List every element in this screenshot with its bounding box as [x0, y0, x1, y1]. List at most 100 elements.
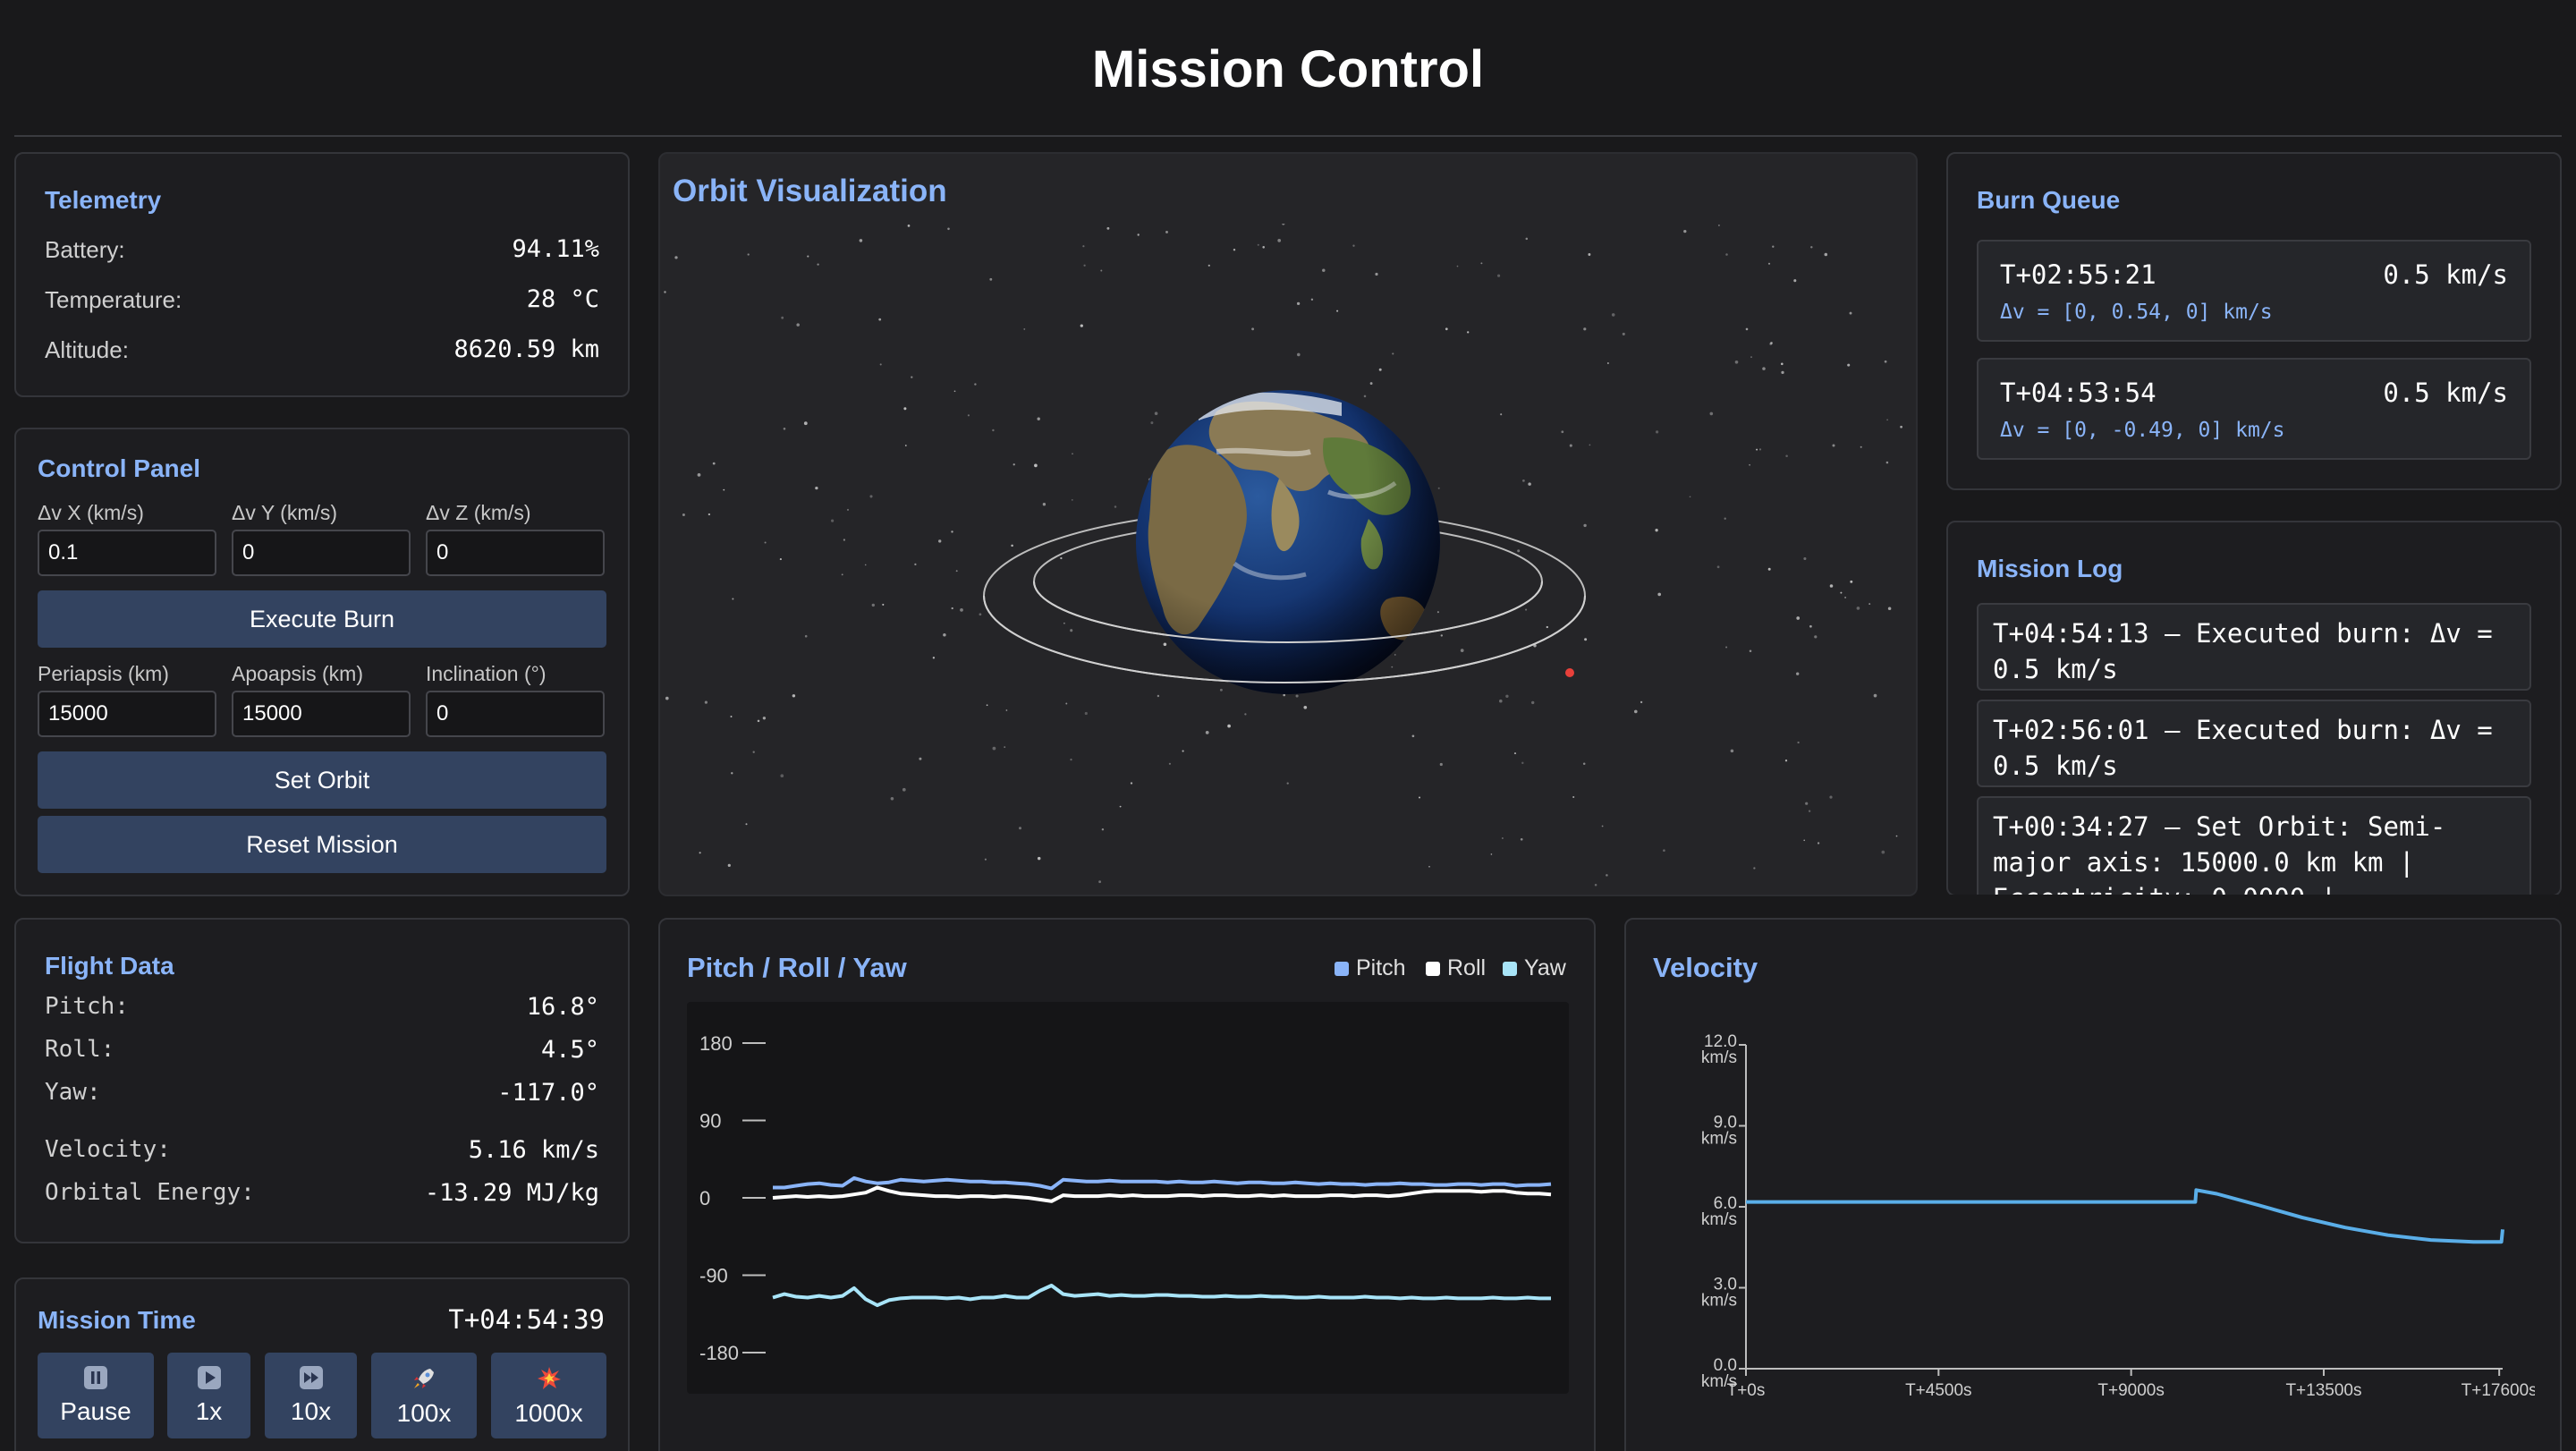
- yaw-value: -117.0°: [497, 1079, 599, 1107]
- star: [992, 429, 995, 432]
- star: [903, 407, 907, 411]
- legend-yaw-label: Yaw: [1524, 955, 1566, 980]
- burn-queue-item[interactable]: T+02:55:21 0.5 km/s Δv = [0, 0.54, 0] km…: [1977, 240, 2531, 342]
- star: [947, 227, 950, 231]
- inclination-input[interactable]: [426, 691, 605, 737]
- star: [796, 323, 800, 327]
- star: [1572, 795, 1575, 799]
- battery-value: 94.11%: [512, 235, 599, 263]
- star: [704, 700, 708, 704]
- star: [1750, 356, 1752, 358]
- orbit-viewport[interactable]: [662, 224, 1914, 893]
- legend-roll: Roll: [1426, 955, 1486, 981]
- star: [1847, 363, 1851, 367]
- star: [803, 421, 808, 426]
- burn-queue-item[interactable]: T+04:53:54 0.5 km/s Δv = [0, -0.49, 0] k…: [1977, 358, 2531, 460]
- star: [1849, 311, 1852, 315]
- log-entry: T+04:54:13 — Executed burn: Δv = 0.5 km/…: [1977, 603, 2531, 691]
- star: [1803, 839, 1806, 842]
- star: [1005, 709, 1008, 711]
- star: [1881, 850, 1885, 854]
- star: [1011, 544, 1013, 547]
- star: [757, 719, 760, 723]
- star: [1785, 454, 1788, 458]
- star: [1717, 224, 1720, 226]
- star: [1023, 327, 1026, 330]
- speed-100x-label: 100x: [396, 1399, 452, 1427]
- star: [902, 787, 906, 792]
- dvx-label: Δv X (km/s): [38, 501, 144, 524]
- periapsis-input[interactable]: [38, 691, 216, 737]
- spacecraft-marker[interactable]: [1565, 668, 1574, 677]
- star: [1282, 224, 1285, 225]
- dvz-input[interactable]: [426, 530, 605, 576]
- burn-magnitude: 0.5 km/s: [2383, 378, 2508, 408]
- star: [665, 696, 669, 700]
- temperature-label: Temperature:: [45, 286, 182, 313]
- star: [1803, 556, 1807, 561]
- star: [712, 462, 716, 465]
- x-tick-label: T+17600s: [2462, 1381, 2535, 1400]
- battery-label: Battery:: [45, 236, 125, 263]
- star: [1601, 825, 1604, 827]
- dvy-input[interactable]: [232, 530, 411, 576]
- star: [1500, 413, 1503, 416]
- star: [1850, 580, 1853, 583]
- speed-100x-button[interactable]: 100x: [371, 1353, 477, 1438]
- star: [831, 519, 835, 522]
- execute-burn-button[interactable]: Execute Burn: [38, 590, 606, 648]
- star: [815, 486, 818, 490]
- star: [1440, 634, 1444, 637]
- star: [762, 717, 767, 720]
- pause-button[interactable]: Pause: [38, 1353, 154, 1438]
- star: [859, 239, 863, 242]
- star: [1060, 556, 1063, 560]
- star: [807, 255, 809, 258]
- star: [1100, 269, 1103, 272]
- velocity-value: 5.16 km/s: [468, 1136, 599, 1164]
- star: [682, 513, 685, 516]
- star: [1683, 229, 1687, 233]
- star: [1165, 230, 1168, 233]
- orbital-energy-label: Orbital Energy:: [45, 1179, 255, 1206]
- star: [1262, 246, 1265, 249]
- star: [783, 428, 786, 430]
- y-tick-label: -90: [699, 1265, 728, 1287]
- star: [955, 570, 958, 573]
- star: [1080, 324, 1083, 327]
- star: [974, 383, 977, 386]
- star: [1781, 362, 1784, 366]
- speed-10x-button[interactable]: 10x: [265, 1353, 357, 1438]
- star: [1745, 327, 1749, 331]
- apoapsis-input[interactable]: [232, 691, 411, 737]
- star: [960, 608, 963, 612]
- mission-time-title: Mission Time: [38, 1306, 196, 1334]
- star: [1569, 444, 1572, 447]
- x-tick-label: T+9000s: [2097, 1381, 2164, 1400]
- star: [1588, 253, 1591, 256]
- star: [1106, 226, 1110, 230]
- star: [1034, 463, 1038, 468]
- attitude-chart-title: Pitch / Roll / Yaw: [687, 952, 907, 983]
- star: [1219, 688, 1223, 692]
- star: [1805, 802, 1809, 805]
- star: [1072, 453, 1073, 455]
- star: [841, 573, 843, 576]
- reset-mission-button[interactable]: Reset Mission: [38, 816, 606, 873]
- star: [1829, 584, 1834, 588]
- star: [1297, 352, 1301, 357]
- fast-forward-icon: [299, 1366, 323, 1389]
- star: [1257, 243, 1259, 246]
- velocity-line: [1746, 1188, 2504, 1244]
- star: [1840, 591, 1843, 594]
- speed-1000x-button[interactable]: 1000x: [491, 1353, 606, 1438]
- star: [992, 746, 996, 751]
- star: [1758, 448, 1762, 451]
- speed-1x-button[interactable]: 1x: [167, 1353, 250, 1438]
- set-orbit-button[interactable]: Set Orbit: [38, 751, 606, 809]
- dvx-input[interactable]: [38, 530, 216, 576]
- legend-roll-label: Roll: [1447, 955, 1487, 980]
- star: [1809, 624, 1812, 628]
- explosion-icon: [537, 1367, 561, 1389]
- y-tick-unit: km/s: [1701, 1048, 1737, 1067]
